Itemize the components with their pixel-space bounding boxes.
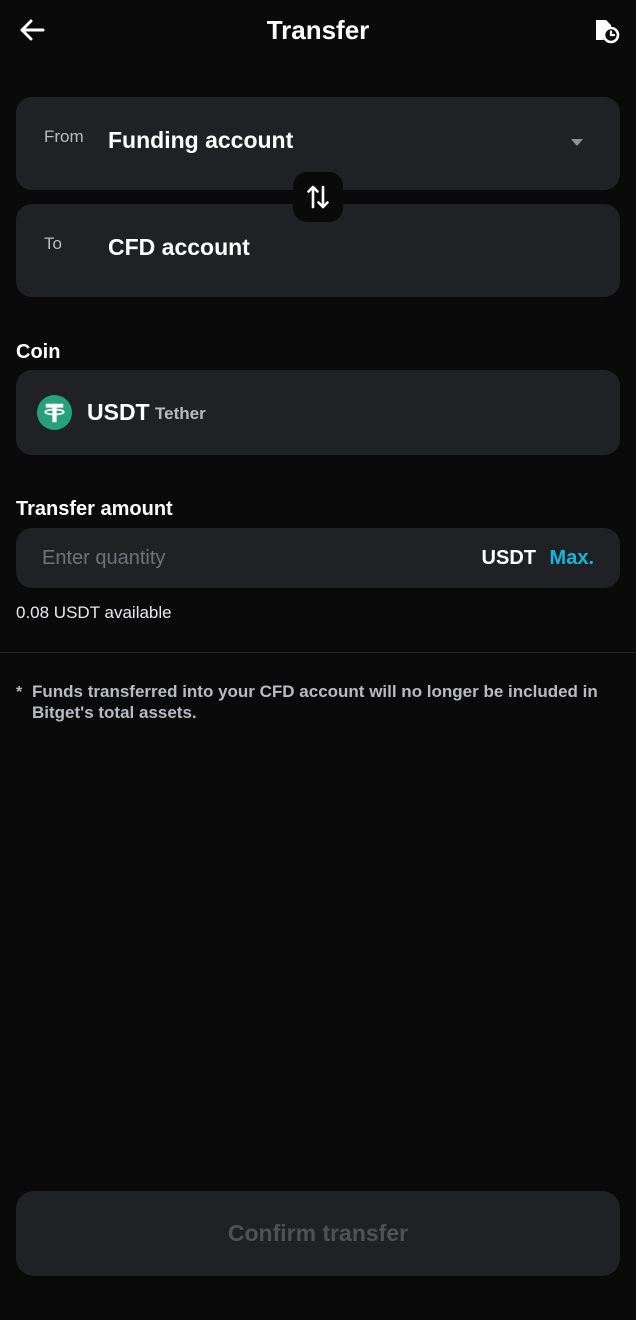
coin-selector[interactable]: USDT Tether [16,370,620,455]
swap-accounts-button[interactable] [293,172,343,222]
to-account-value: CFD account [108,234,250,260]
transfer-history-icon [596,20,620,44]
transfer-history-button[interactable] [590,14,622,46]
coin-section-label: Coin [16,341,61,363]
note-marker: * [16,684,23,701]
available-balance: 0.08 USDT available [16,603,172,622]
amount-unit: USDT [481,547,536,569]
from-label: From [44,127,84,146]
max-button[interactable]: Max. [550,547,594,570]
chevron-down-icon [571,139,583,146]
swap-vertical-icon [307,185,329,209]
coin-symbol: USDT [87,399,150,425]
app-header: Transfer [0,0,636,60]
amount-input[interactable] [42,542,422,574]
tether-icon [37,395,72,430]
confirm-transfer-button[interactable]: Confirm transfer [16,1191,620,1276]
coin-name: Tether [155,404,206,423]
divider [0,652,636,653]
transfer-amount-label: Transfer amount [16,498,173,520]
page-title: Transfer [266,15,370,45]
transfer-notice: Funds transferred into your CFD account … [32,682,598,722]
amount-field-container: USDT Max. [16,528,620,588]
from-account-value: Funding account [108,127,294,153]
to-label: To [44,234,62,253]
